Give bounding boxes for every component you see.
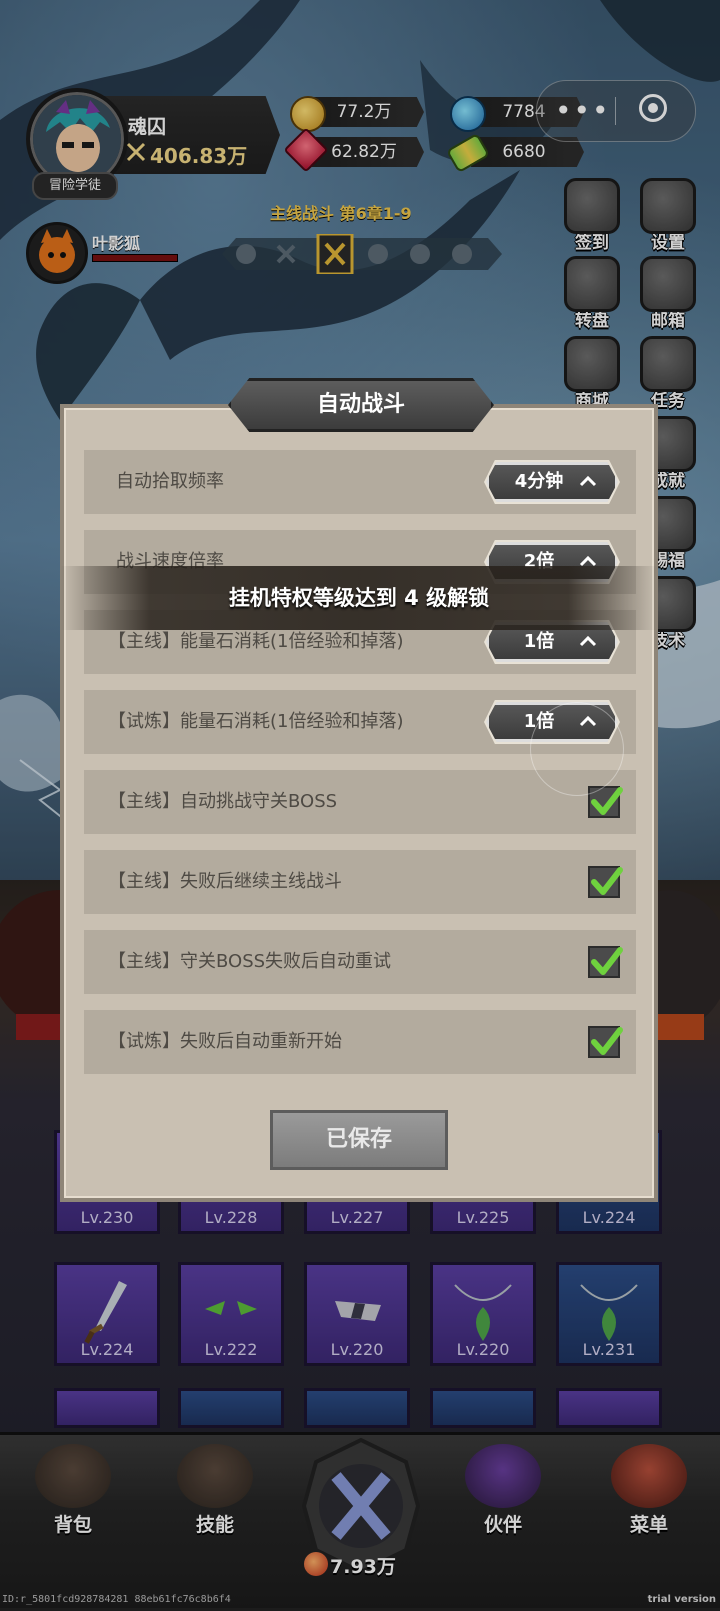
stepper-body: 4分钟: [486, 462, 618, 502]
chevron-up-icon: [579, 635, 597, 647]
checkmark-icon: [591, 867, 623, 895]
toggle-row-boss-retry: 【主线】守关BOSS失败后自动重试: [84, 930, 636, 994]
touch-indicator: [530, 702, 624, 796]
save-button[interactable]: 已保存: [270, 1110, 448, 1170]
toggle-row-continue-main: 【主线】失败后继续主线战斗: [84, 850, 636, 914]
chevron-up-icon: [579, 475, 597, 487]
setting-label: 【主线】自动挑战守关BOSS: [108, 791, 338, 812]
trial-restart-checkbox[interactable]: [588, 1026, 623, 1058]
continue-main-checkbox[interactable]: [588, 866, 623, 898]
dialog-title: 自动战斗: [316, 392, 405, 417]
stepper-value: 4分钟: [514, 471, 564, 492]
boss-retry-checkbox[interactable]: [588, 946, 623, 978]
stepper-value: 1倍: [523, 631, 555, 652]
frequency-stepper[interactable]: 4分钟: [484, 460, 620, 504]
setting-label: 【试炼】失败后自动重新开始: [108, 1031, 342, 1052]
lock-message: 挂机特权等级达到 4 级解锁: [228, 586, 490, 610]
setting-label: 自动拾取频率: [116, 471, 224, 492]
toggle-row-trial-restart: 【试炼】失败后自动重新开始: [84, 1010, 636, 1074]
setting-label: 【试炼】能量石消耗(1倍经验和掉落): [108, 711, 404, 732]
checkmark-icon: [591, 1027, 623, 1055]
setting-label: 【主线】守关BOSS失败后自动重试: [108, 951, 392, 972]
setting-row-pickup-frequency: 自动拾取频率 4分钟: [84, 450, 636, 514]
checkmark-icon: [591, 947, 623, 975]
setting-label: 【主线】失败后继续主线战斗: [108, 871, 342, 892]
